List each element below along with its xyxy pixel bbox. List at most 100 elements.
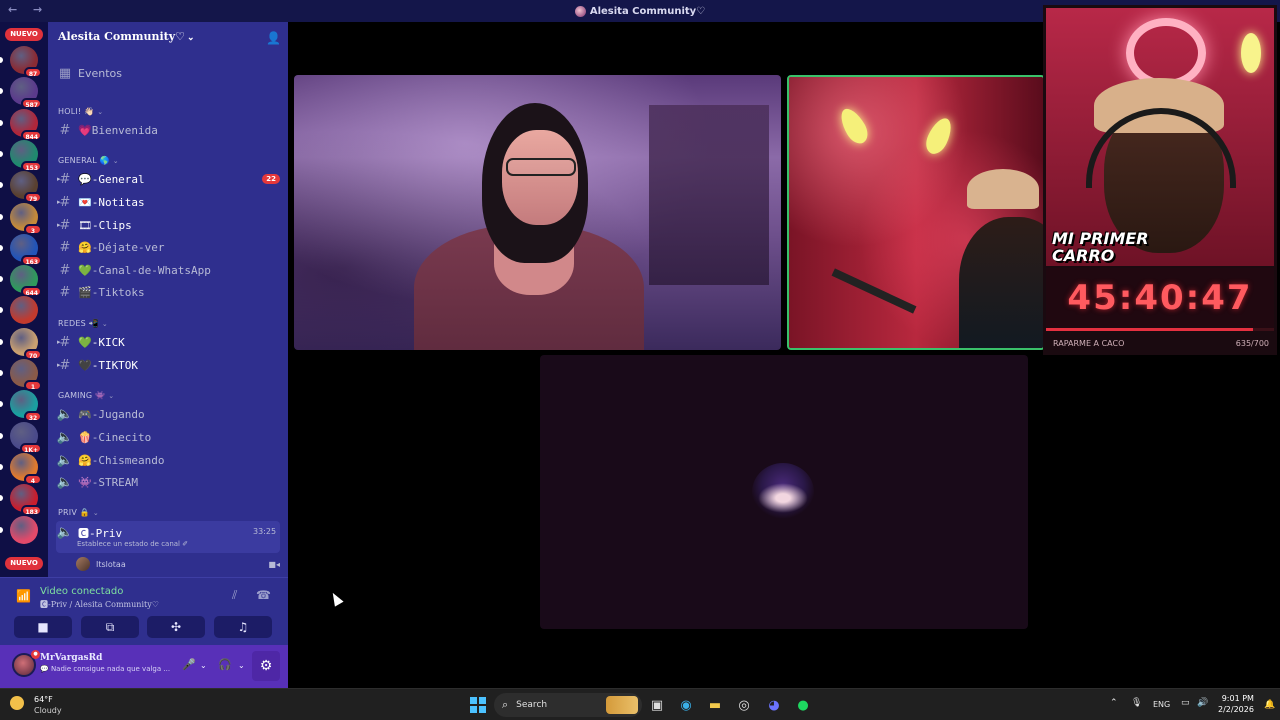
voice-channel-jugando[interactable]: 🔈 🎮-Jugando <box>56 404 280 424</box>
server-icon[interactable]: 87 <box>0 46 42 78</box>
server-icon[interactable] <box>0 296 38 325</box>
guild-header[interactable]: Alesita Community♡ ⌄ <box>58 30 278 46</box>
edge-browser-icon[interactable]: ◉ <box>676 695 696 715</box>
user-avatar[interactable]: ● <box>12 650 40 677</box>
nav-arrows[interactable]: ← → <box>8 3 48 16</box>
video-shelf <box>649 105 769 285</box>
server-icon[interactable]: 79 <box>0 171 42 204</box>
events-label: Eventos <box>78 66 122 80</box>
overlay-caption: MI PRIMER CARRO <box>1052 230 1149 264</box>
weather-icon <box>10 696 24 710</box>
channel-tiktoks[interactable]: # 🎬-Tiktoks <box>56 282 280 302</box>
goal-bar-fill <box>1046 328 1253 331</box>
channel-kick[interactable]: ▸ # 💚-KICK <box>56 332 280 352</box>
category-holi[interactable]: HOLI! 👋🏻 ⌄ <box>58 107 103 116</box>
neon-banana <box>1241 33 1261 73</box>
server-icon[interactable]: 1K+ <box>0 421 42 454</box>
mention-badge: 1K+ <box>20 442 42 454</box>
hash-icon: # <box>59 239 71 255</box>
system-clock[interactable]: 9:01 PM 2/2/2026 <box>1218 693 1254 715</box>
calendar-icon: ▦ <box>58 65 72 81</box>
activities-button[interactable]: ✣ <box>147 616 205 638</box>
server-icon[interactable]: 3 <box>0 202 42 235</box>
video-tile-speaking[interactable] <box>787 75 1045 350</box>
server-icon[interactable]: 153 <box>0 139 42 172</box>
channel-tiktok[interactable]: ▸ # 🖤-TIKTOK <box>56 355 280 375</box>
network-icon[interactable]: ▭ <box>1181 698 1190 708</box>
weather-widget[interactable]: 64°F Cloudy <box>10 693 70 717</box>
invite-people-icon[interactable]: 👤 <box>266 31 281 45</box>
server-icon[interactable]: 844 <box>0 108 42 141</box>
server-icon[interactable]: 70 <box>0 327 42 360</box>
settings-button[interactable]: ⚙ <box>252 651 280 681</box>
spotify-icon[interactable]: ● <box>793 695 813 715</box>
channel-bienvenida[interactable]: # 💗Bienvenida <box>56 120 280 140</box>
server-icon[interactable]: 1 <box>0 359 42 391</box>
voice-channel-chismeando[interactable]: 🔈 🤗-Chismeando <box>56 450 280 470</box>
chevron-down-icon[interactable]: ⌄ <box>200 661 207 670</box>
search-icon: ⌕ <box>502 698 509 711</box>
channel-dejate-ver[interactable]: # 🤗-Déjate-ver <box>56 237 280 257</box>
category-priv[interactable]: PRIV 🔒 ⌄ <box>58 508 99 517</box>
start-button[interactable] <box>470 697 486 713</box>
chevron-down-icon: ⌄ <box>92 509 99 517</box>
chrome-icon[interactable]: ◎ <box>734 695 754 715</box>
discord-icon[interactable]: ◕ <box>764 695 784 715</box>
microphone-icon[interactable]: 🎤 <box>182 658 196 671</box>
voice-channel-link[interactable]: 🅲-Priv / Alesita Community♡ <box>40 599 159 610</box>
notification-bell-icon[interactable]: 🔔 <box>1264 700 1275 710</box>
soundboard-button[interactable]: ♫ <box>214 616 272 638</box>
language-indicator[interactable]: ENG <box>1153 700 1170 709</box>
channel-clips[interactable]: ▸ # 🎞-Clips <box>56 215 280 235</box>
server-icon[interactable]: 183 <box>0 484 42 517</box>
caption-line: MI PRIMER <box>1052 229 1149 248</box>
taskbar-search[interactable]: ⌕ Search <box>494 693 642 717</box>
video-body <box>959 217 1043 348</box>
screen-share-button[interactable]: ⧉ <box>81 616 139 638</box>
server-icon[interactable]: 587 <box>0 77 42 110</box>
file-explorer-icon[interactable]: ▬ <box>705 695 725 715</box>
webcam-feed: MI PRIMER CARRO <box>1046 8 1274 266</box>
voice-channel-cinecito[interactable]: 🔈 🍿-Cinecito <box>56 427 280 447</box>
mention-badge: 79 <box>24 192 42 204</box>
server-icon[interactable]: 644 <box>0 265 42 298</box>
mention-badge: 70 <box>24 348 42 360</box>
channel-general[interactable]: ▸ # 💬-General 22 <box>56 169 280 189</box>
voice-channel-stream[interactable]: 🔈 👾-STREAM <box>56 472 280 492</box>
task-view-icon[interactable]: ▣ <box>647 695 667 715</box>
server-icon[interactable] <box>0 515 38 544</box>
category-gaming[interactable]: GAMING 👾 ⌄ <box>58 391 114 400</box>
chevron-up-icon[interactable]: ⌃ <box>1110 698 1118 708</box>
set-channel-status[interactable]: Establece un estado de canal ✐ <box>77 540 188 548</box>
chevron-down-icon[interactable]: ⌄ <box>238 661 245 670</box>
voice-panel: 📶 Video conectado 🅲-Priv / Alesita Commu… <box>0 577 288 645</box>
signal-icon[interactable]: 📶 <box>16 589 31 603</box>
category-general[interactable]: GENERAL 🌎 ⌄ <box>58 156 119 165</box>
server-icon[interactable]: 163 <box>0 233 42 266</box>
channel-timer: 33:25 <box>253 527 277 536</box>
goal-label: RAPARME A CACO <box>1053 339 1125 348</box>
headphones-icon[interactable]: 🎧 <box>218 658 232 671</box>
channel-notitas[interactable]: ▸ # 💌-Notitas <box>56 192 280 212</box>
channel-label: 💌-Notitas <box>78 195 145 209</box>
server-icon[interactable]: 32 <box>0 390 42 423</box>
disconnect-icon[interactable]: ☎ <box>256 588 271 602</box>
video-tile-loading[interactable] <box>540 355 1028 629</box>
voice-participant[interactable]: Itslotaa ■◂ <box>76 556 280 572</box>
camera-button[interactable]: ■ <box>14 616 72 638</box>
channel-whatsapp[interactable]: # 💚-Canal-de-WhatsApp <box>56 260 280 280</box>
chevron-down-icon: ⌄ <box>101 320 108 328</box>
server-icon[interactable]: 4 <box>0 452 42 485</box>
voice-channel-priv[interactable]: 🔈 🅲-Priv <box>56 521 280 553</box>
channel-label: 🅲-Priv <box>78 527 123 540</box>
category-redes[interactable]: REDES 📲 ⌄ <box>58 319 108 328</box>
volume-icon[interactable]: 🔊 <box>1197 698 1208 708</box>
noise-suppression-icon[interactable]: ⫽ <box>232 588 237 603</box>
events-item[interactable]: ▦ Eventos <box>56 63 280 83</box>
video-tile-participant[interactable] <box>294 75 781 350</box>
username[interactable]: MrVargasRd <box>40 653 102 663</box>
category-label: REDES 📲 <box>58 319 99 328</box>
screen-share-icon: ⧉ <box>105 619 115 634</box>
microphone-tray-icon[interactable]: 🎙 <box>1131 698 1142 708</box>
camera-icon: ■ <box>37 620 49 634</box>
